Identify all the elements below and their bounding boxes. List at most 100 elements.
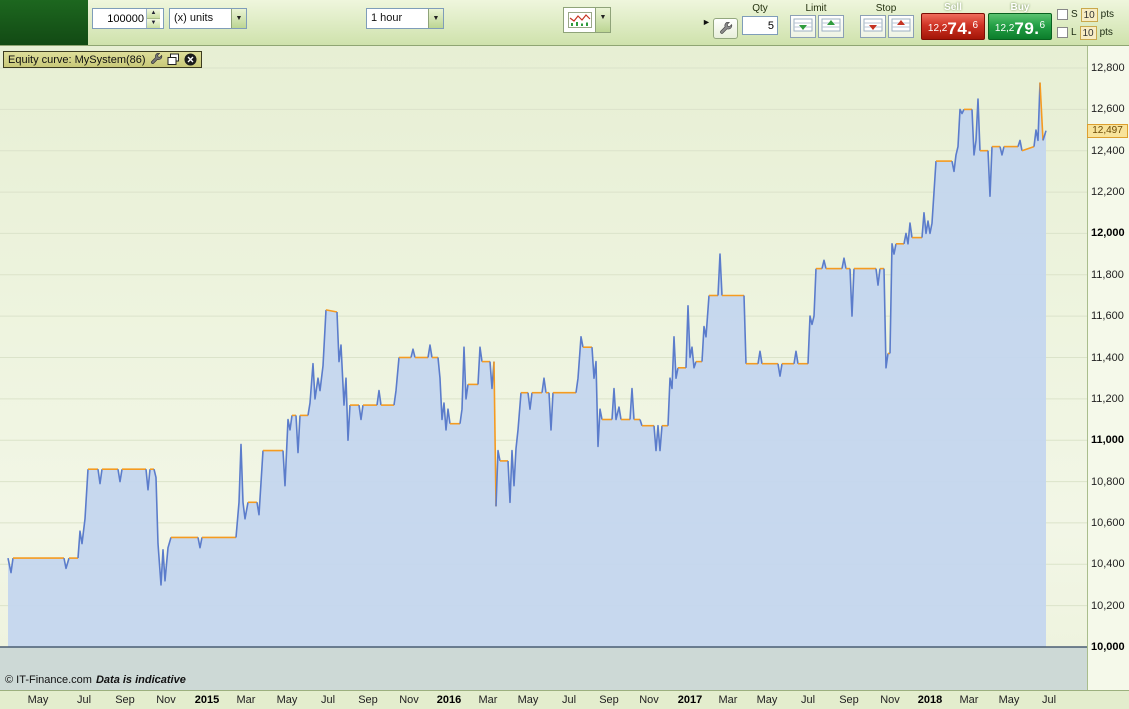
x-axis-label: 2017 xyxy=(677,694,703,706)
top-toolbar: ▲ ▼ (x) units ▼ 1 hour ▼ xyxy=(0,0,1129,46)
buy-price-prefix: 12,2 xyxy=(994,22,1015,34)
y-axis-label: 11,200 xyxy=(1091,392,1124,405)
x-axis-label: Sep xyxy=(839,694,859,706)
limit-distance-row: L 10 pts xyxy=(1057,25,1113,40)
chart-tab[interactable]: Equity curve: MySystem(86) xyxy=(3,51,202,68)
stop-checkbox[interactable] xyxy=(1057,9,1068,20)
x-axis-label: Nov xyxy=(399,694,419,706)
x-axis-label: Jul xyxy=(76,694,92,706)
y-axis-label: 11,000 xyxy=(1091,434,1125,447)
y-axis-label: 10,200 xyxy=(1091,599,1125,612)
x-axis-label: Jul xyxy=(1041,694,1057,706)
y-axis-label: 10,800 xyxy=(1091,475,1125,488)
y-axis-label: 12,800 xyxy=(1091,62,1125,74)
chart-type-icon xyxy=(564,8,595,32)
timeframe-dropdown[interactable]: 1 hour ▼ xyxy=(366,8,444,29)
chevron-down-icon[interactable]: ▼ xyxy=(595,8,610,32)
qty-label: Qty xyxy=(752,3,768,14)
x-axis-label: Sep xyxy=(599,694,619,706)
y-axis-label: 10,600 xyxy=(1091,516,1125,529)
quantity-input[interactable] xyxy=(93,9,146,28)
x-axis-label: Mar xyxy=(959,694,979,706)
stop-distance-row: S 10 pts xyxy=(1057,7,1114,22)
x-axis-label: Sep xyxy=(115,694,135,706)
sell-label: Sell xyxy=(944,2,962,13)
quantity-stepper[interactable]: ▲ ▼ xyxy=(92,8,164,29)
time-axis[interactable]: May Jul Sep Nov 2015 Mar May Jul Sep Nov 2016 Mar Ma… xyxy=(0,690,1129,709)
stop-order-up-button[interactable] xyxy=(888,15,914,38)
x-axis-label: May xyxy=(276,694,298,706)
order-settings-button[interactable] xyxy=(713,18,738,39)
chart-type-button[interactable]: ▼ xyxy=(563,7,611,33)
limit-grid-up-icon xyxy=(821,18,841,32)
duplicate-window-icon[interactable] xyxy=(167,53,180,66)
x-axis-label: 2018 xyxy=(917,694,943,706)
price-axis[interactable]: 12,800 12,600 12,400 12,200 12,000 11,800 11,6… xyxy=(1087,45,1129,690)
limit-checkbox[interactable] xyxy=(1057,27,1068,38)
sell-price-decimal: 6 xyxy=(972,19,979,31)
limit-order-up-button[interactable] xyxy=(818,15,844,38)
limit-label: Limit xyxy=(805,3,827,14)
stop-order-down-button[interactable] xyxy=(860,15,886,38)
collapsed-side-panel[interactable] xyxy=(0,0,88,45)
indicative-text: Data is indicative xyxy=(95,674,186,686)
y-axis-label: 12,200 xyxy=(1091,186,1125,199)
x-axis-label: Sep xyxy=(358,694,378,706)
expand-panel-icon[interactable]: ► xyxy=(702,17,711,27)
chevron-down-icon[interactable]: ▼ xyxy=(428,9,443,28)
y-axis-label: 11,400 xyxy=(1091,351,1124,364)
chevron-down-icon[interactable]: ▼ xyxy=(231,9,246,28)
x-axis-label: Mar xyxy=(236,694,256,706)
sell-price-main: 74. xyxy=(947,18,973,38)
x-axis-label: Jul xyxy=(800,694,816,706)
stop-grid-up-icon xyxy=(891,18,911,32)
stop-grid-down-icon xyxy=(863,18,883,32)
buy-price-decimal: 6 xyxy=(1039,19,1046,31)
limit-order-down-button[interactable] xyxy=(790,15,816,38)
x-axis-label: Nov xyxy=(639,694,659,706)
qty-input[interactable] xyxy=(742,16,778,35)
limit-pts-input[interactable]: 10 xyxy=(1079,25,1097,40)
sell-button[interactable]: 12,274.6 xyxy=(921,13,985,40)
stop-pts-unit: pts xyxy=(1100,9,1115,20)
x-axis-label: Jul xyxy=(561,694,577,706)
chart-tab-title: Equity curve: MySystem(86) xyxy=(8,53,146,66)
y-axis-label: 12,600 xyxy=(1091,103,1125,116)
y-axis-label: 10,000 xyxy=(1091,641,1125,653)
y-axis-label: 11,600 xyxy=(1091,310,1124,323)
x-axis-label: Nov xyxy=(156,694,176,706)
buy-button[interactable]: 12,279.6 xyxy=(988,13,1052,40)
x-axis-label: May xyxy=(27,694,49,706)
units-dropdown[interactable]: (x) units ▼ xyxy=(169,8,247,29)
close-icon[interactable] xyxy=(184,53,197,66)
x-axis-label: May xyxy=(517,694,539,706)
stop-label: Stop xyxy=(875,3,897,14)
limit-grid-down-icon xyxy=(793,18,813,32)
wrench-icon xyxy=(719,21,732,34)
limit-row-label: L xyxy=(1071,27,1077,38)
x-axis-label: Jul xyxy=(320,694,336,706)
units-dropdown-value: (x) units xyxy=(174,12,214,24)
spinner-down-icon[interactable]: ▼ xyxy=(147,19,160,28)
sell-price-prefix: 12,2 xyxy=(927,22,948,34)
limit-pts-unit: pts xyxy=(1099,27,1113,38)
y-axis-label: 12,400 xyxy=(1091,144,1125,157)
timeframe-dropdown-value: 1 hour xyxy=(371,12,403,24)
wrench-icon[interactable] xyxy=(150,53,163,66)
buy-label: Buy xyxy=(1010,2,1030,13)
stop-pts-input[interactable]: 10 xyxy=(1080,7,1098,22)
current-price-label: 12,497 xyxy=(1087,123,1128,138)
x-axis-label: May xyxy=(998,694,1020,706)
x-axis-label: 2016 xyxy=(436,694,462,706)
x-axis-label: Mar xyxy=(478,694,498,706)
data-disclaimer: © IT-Finance.com Data is indicative xyxy=(5,674,186,686)
x-axis-label: 2015 xyxy=(194,694,220,706)
x-axis-label: Nov xyxy=(880,694,900,706)
y-axis-label: 10,400 xyxy=(1091,558,1125,571)
copyright-text: © IT-Finance.com xyxy=(5,674,92,686)
stop-row-label: S xyxy=(1071,9,1078,20)
equity-curve xyxy=(0,67,1087,690)
spinner-up-icon[interactable]: ▲ xyxy=(147,9,160,19)
y-axis-label: 11,800 xyxy=(1091,268,1124,281)
chart-plot[interactable] xyxy=(0,45,1087,690)
